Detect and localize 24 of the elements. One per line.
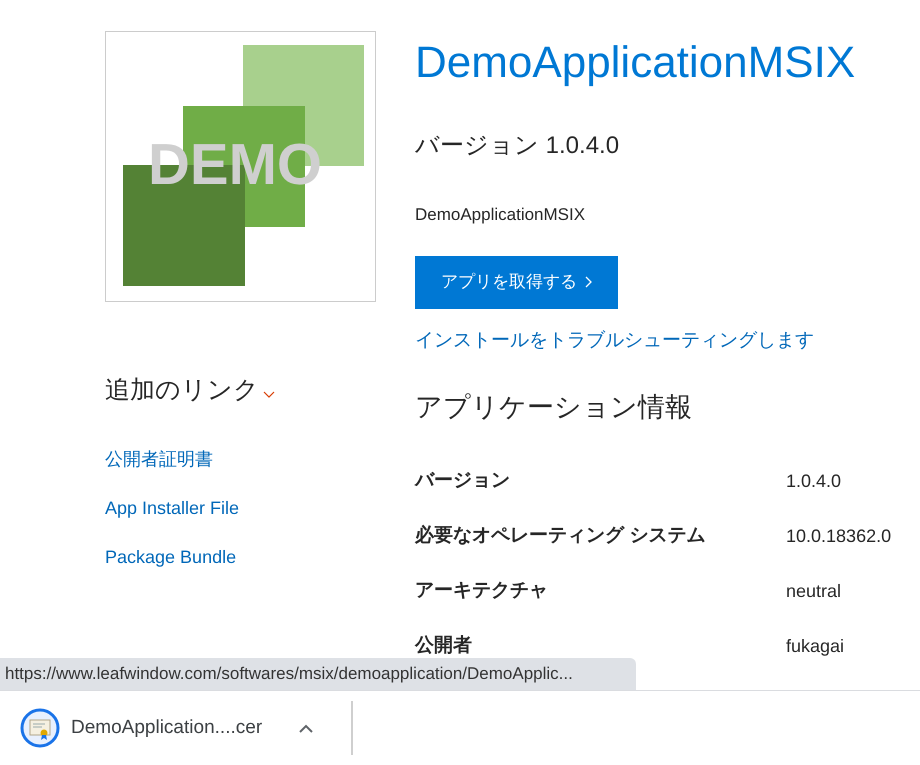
additional-link[interactable]: Package Bundle xyxy=(105,544,376,570)
additional-link[interactable]: 公開者証明書 xyxy=(105,446,376,472)
download-filename[interactable]: DemoApplication....cer xyxy=(71,714,299,742)
version-text: バージョン 1.0.4.0 xyxy=(415,131,620,161)
section-heading: 追加のリンク xyxy=(105,375,259,406)
chevron-right-icon xyxy=(585,276,592,288)
info-value: 1.0.4.0 xyxy=(786,470,842,493)
chevron-icon[interactable] xyxy=(263,390,275,399)
get-app-button[interactable]: アプリを取得する xyxy=(415,256,618,308)
app-title: DemoApplicationMSIX xyxy=(415,37,856,89)
info-value: 10.0.18362.0 xyxy=(786,525,892,548)
troubleshoot-link[interactable]: インストールをトラブルシューティングします xyxy=(415,326,892,355)
section-heading: アプリケーション情報 xyxy=(415,391,693,424)
info-label: バージョン xyxy=(415,469,511,494)
info-value: fukagai xyxy=(786,635,844,658)
certificate-icon xyxy=(20,708,60,748)
status-url-bubble: https://www.leafwindow.com/softwares/msix/demoapplication/DemoApplic... xyxy=(0,658,636,690)
info-label: 公開者 xyxy=(415,634,473,658)
info-label: 必要なオペレーティング システム xyxy=(415,524,706,548)
info-label: アーキテクチャ xyxy=(415,579,549,604)
additional-link[interactable]: App Installer File xyxy=(105,494,376,522)
chevron-up-icon[interactable] xyxy=(299,724,313,732)
info-value: neutral xyxy=(786,580,842,603)
app-name-text: DemoApplicationMSIX xyxy=(415,204,586,226)
